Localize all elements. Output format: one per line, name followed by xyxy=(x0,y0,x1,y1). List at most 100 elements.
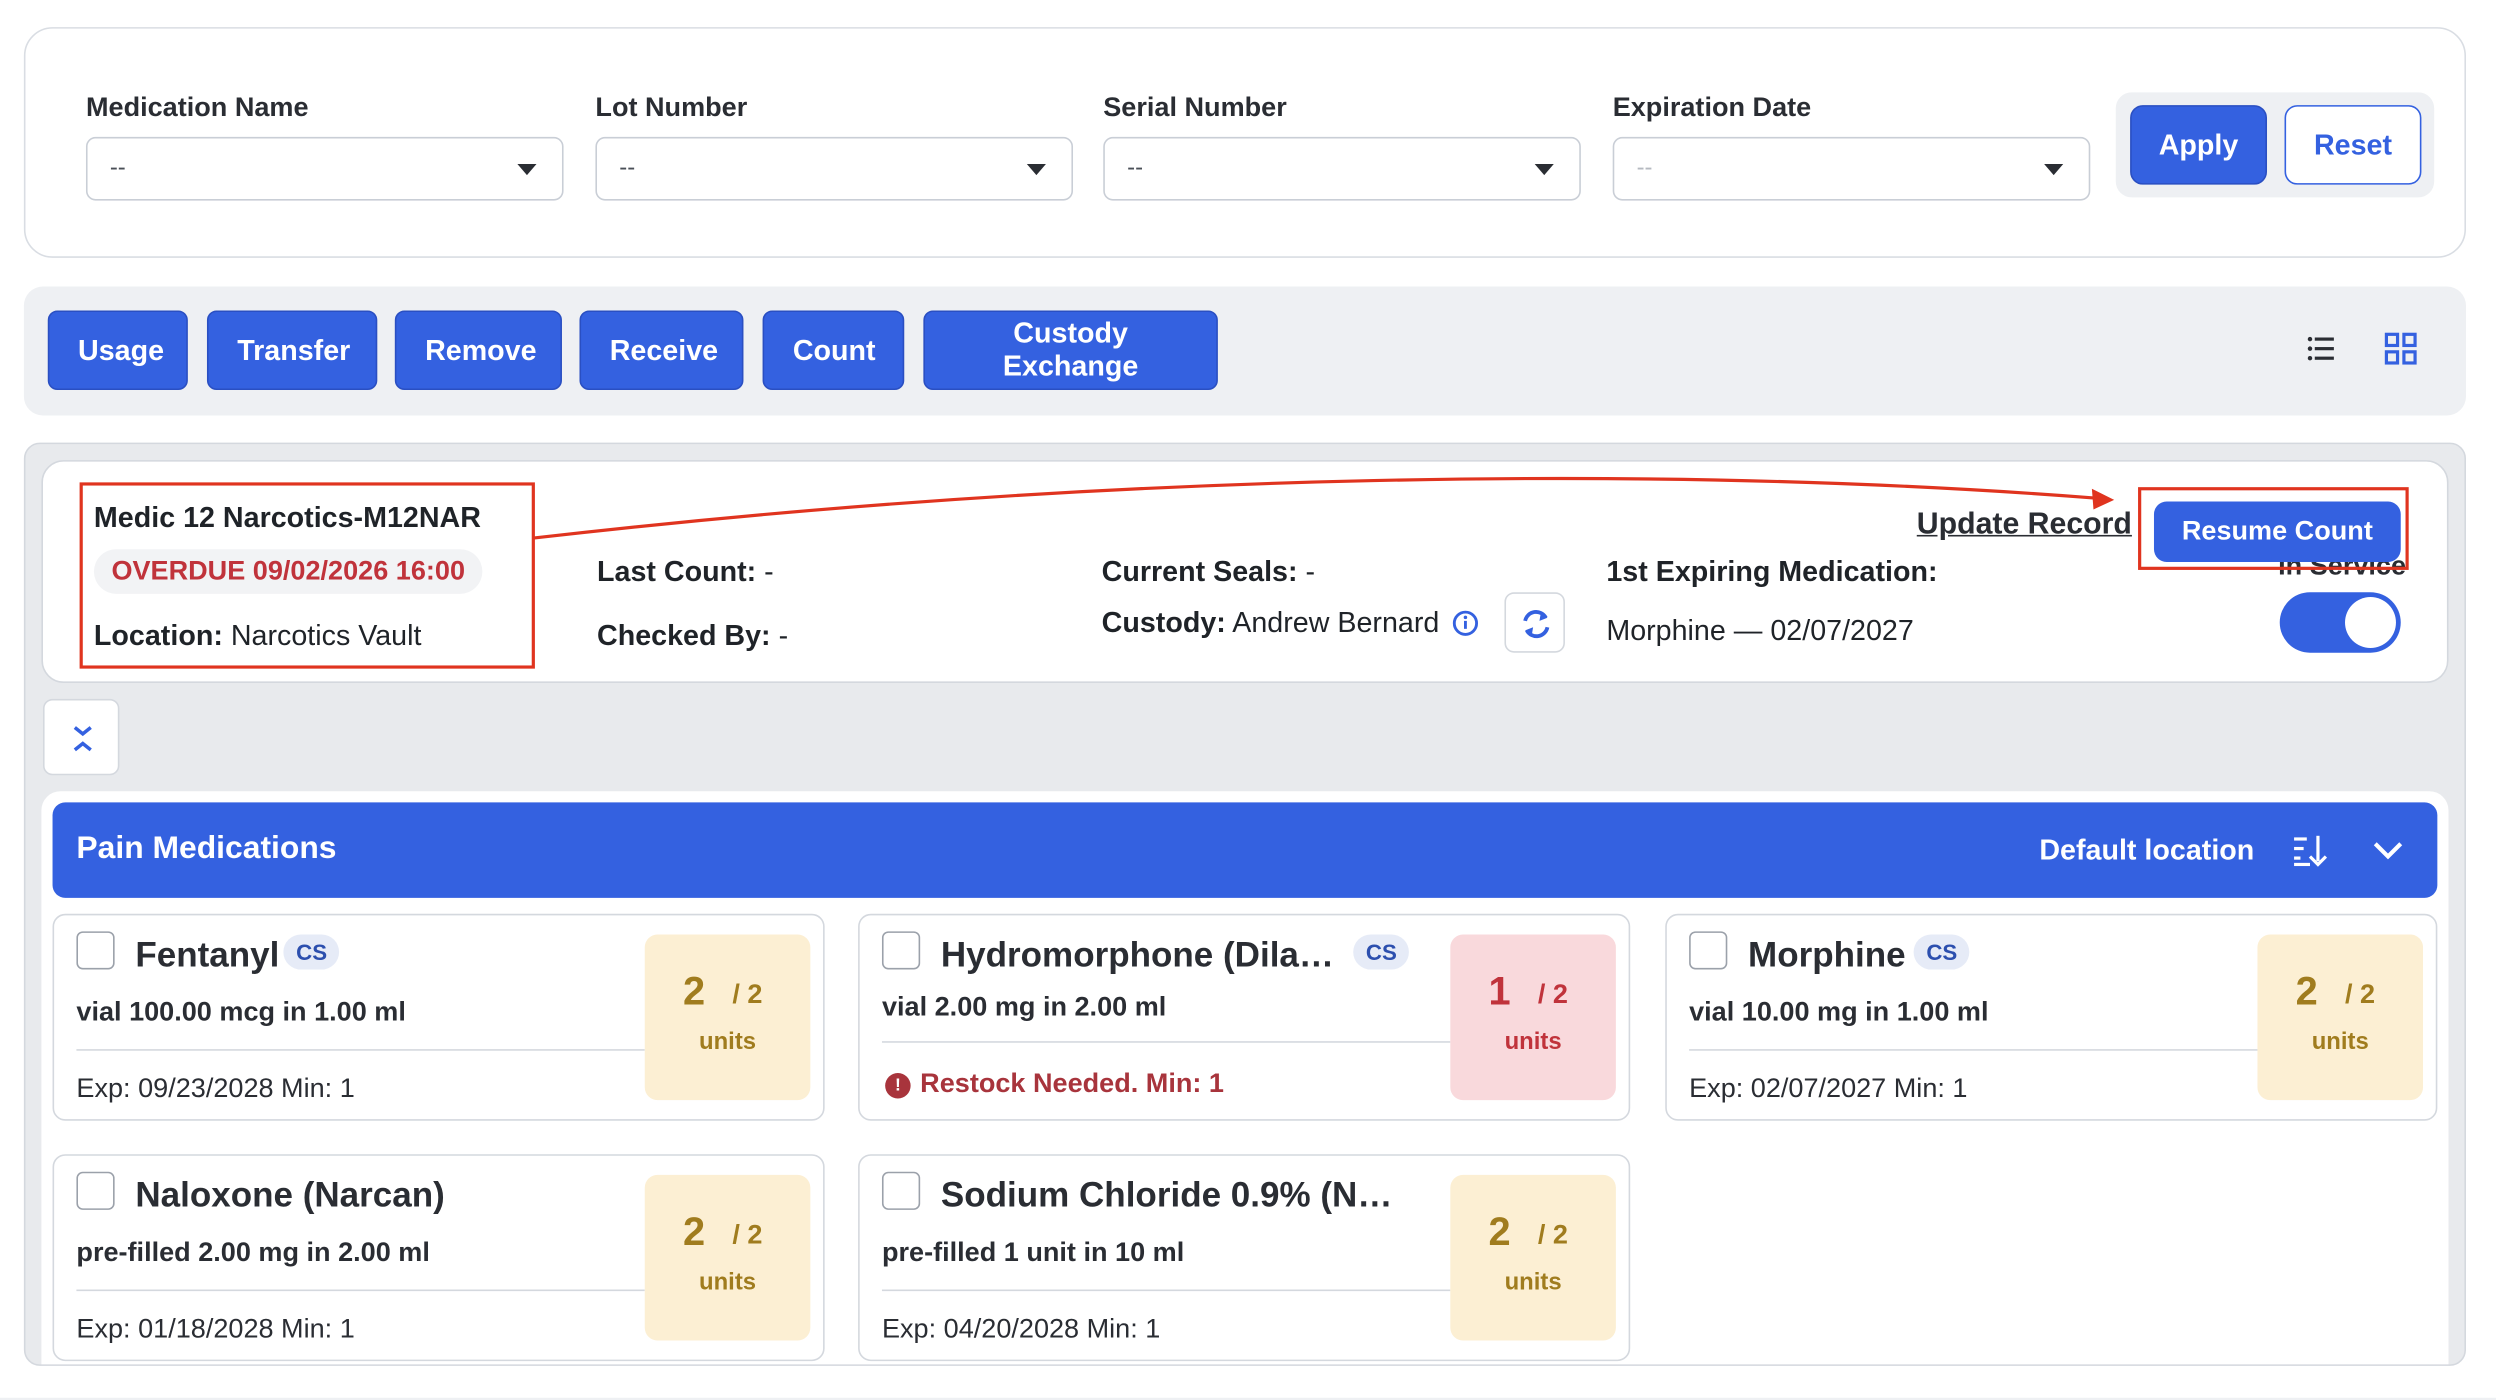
transfer-button[interactable]: Transfer xyxy=(206,310,378,391)
quantity-unit: units xyxy=(1504,1268,1562,1296)
last-count-field: Last Count: - xyxy=(597,556,774,589)
custody-value: Andrew Bernard xyxy=(1232,606,1440,639)
group-location: Default location xyxy=(2039,834,2255,867)
current-seals-field: Current Seals: - xyxy=(1102,556,1315,589)
quantity-box: 1 / 2 units xyxy=(1450,934,1616,1101)
filter-label: Medication Name xyxy=(85,92,309,123)
divider xyxy=(76,1049,645,1051)
expiration-date-select[interactable]: -- xyxy=(1612,136,2091,201)
list-view-icon[interactable] xyxy=(2304,331,2339,366)
quantity-total: / 2 xyxy=(2345,979,2376,1010)
medication-expiration: Exp: 09/23/2028 Min: 1 xyxy=(76,1073,355,1104)
medication-card[interactable]: Naloxone (Narcan) pre-filled 2.00 mg in … xyxy=(52,1154,825,1362)
filter-panel: Medication Name -- Lot Number -- Serial … xyxy=(23,27,2467,258)
medication-description: vial 2.00 mg in 2.00 ml xyxy=(881,991,1167,1023)
quantity-count: 1 xyxy=(1488,969,1511,1015)
medication-name: Fentanyl xyxy=(135,934,280,975)
medication-checkbox[interactable] xyxy=(76,1171,115,1210)
seals-label: Current Seals: xyxy=(1101,555,1298,588)
quantity-box: 2 / 2 units xyxy=(644,934,811,1101)
medication-name: Hydromorphone (Dilaudid) xyxy=(940,934,1339,975)
cs-badge: CS xyxy=(1913,934,1971,970)
custody-field: Custody: Andrew Bernard xyxy=(1102,607,1440,640)
medication-card[interactable]: Morphine CS vial 10.00 mg in 1.00 ml Exp… xyxy=(1665,913,2438,1121)
medication-card[interactable]: Sodium Chloride 0.9% (Normal Saline) pre… xyxy=(858,1154,1631,1362)
medication-name-select[interactable]: -- xyxy=(85,136,564,201)
medication-card[interactable]: Hydromorphone (Dilaudid) CS vial 2.00 mg… xyxy=(858,913,1631,1121)
filter-label: Lot Number xyxy=(595,92,748,123)
reset-button[interactable]: Reset xyxy=(2284,105,2422,185)
divider xyxy=(1689,1049,2258,1051)
quantity-count: 2 xyxy=(682,969,706,1015)
medication-group: Pain Medications Default location Fentan… xyxy=(41,791,2449,1365)
quantity-unit: units xyxy=(1504,1028,1562,1056)
kit-summary-card: Medic 12 Narcotics-M12NAR OVERDUE 09/02/… xyxy=(41,460,2449,683)
seals-value: - xyxy=(1305,555,1316,588)
medication-expiration: Exp: 02/07/2027 Min: 1 xyxy=(1689,1073,1968,1104)
select-value: -- xyxy=(1127,154,1144,182)
chevron-down-icon[interactable] xyxy=(2370,834,2405,866)
medication-expiration: Exp: 04/20/2028 Min: 1 xyxy=(881,1313,1161,1344)
quantity-count: 2 xyxy=(2295,969,2318,1015)
grid-view-icon[interactable] xyxy=(2383,331,2418,366)
in-service-toggle[interactable] xyxy=(2279,592,2401,653)
toggle-knob xyxy=(2345,597,2396,648)
medication-description: pre-filled 2.00 mg in 2.00 ml xyxy=(76,1236,430,1268)
filter-label: Serial Number xyxy=(1103,92,1287,123)
collapse-icon xyxy=(73,726,92,752)
medication-card[interactable]: Fentanyl CS vial 100.00 mcg in 1.00 ml E… xyxy=(52,913,825,1121)
quantity-unit: units xyxy=(699,1028,757,1056)
usage-button[interactable]: Usage xyxy=(47,310,188,391)
group-title: Pain Medications xyxy=(76,831,337,867)
serial-number-select[interactable]: -- xyxy=(1103,136,1581,201)
group-header[interactable]: Pain Medications Default location xyxy=(52,802,2438,898)
annotation-box xyxy=(79,482,535,669)
medication-checkbox[interactable] xyxy=(76,931,115,970)
kit-panel: Medic 12 Narcotics-M12NAR OVERDUE 09/02/… xyxy=(23,442,2467,1366)
sort-icon[interactable] xyxy=(2289,831,2330,869)
first-exp-value: Morphine — 02/07/2027 xyxy=(1606,614,1914,647)
caret-down-icon xyxy=(2044,163,2064,176)
custody-exchange-button[interactable]: Custody Exchange xyxy=(923,310,1218,391)
action-bar: Usage Transfer Remove Receive Count Cust… xyxy=(23,286,2467,416)
medication-checkbox[interactable] xyxy=(881,931,921,970)
select-value: -- xyxy=(109,154,126,182)
restock-text: Restock Needed. Min: 1 xyxy=(920,1068,1224,1099)
quantity-total: / 2 xyxy=(1537,1219,1568,1250)
caret-down-icon xyxy=(1026,163,1046,176)
medication-name: Naloxone (Narcan) xyxy=(135,1174,445,1215)
medication-description: vial 100.00 mcg in 1.00 ml xyxy=(76,996,406,1027)
receive-button[interactable]: Receive xyxy=(579,310,744,391)
refresh-icon xyxy=(1523,610,1550,639)
medication-description: vial 10.00 mg in 1.00 ml xyxy=(1689,996,1989,1027)
medication-description: pre-filled 1 unit in 10 ml xyxy=(881,1236,1185,1268)
first-expiring-field: 1st Expiring Medication: xyxy=(1606,556,1937,589)
last-count-value: - xyxy=(764,555,774,588)
info-icon[interactable] xyxy=(1452,610,1479,637)
apply-button[interactable]: Apply xyxy=(2130,105,2268,185)
cs-badge: CS xyxy=(283,934,340,970)
alert-icon: ! xyxy=(885,1073,911,1099)
filter-buttons: Apply Reset xyxy=(2115,92,2435,198)
update-record-link[interactable]: Update Record xyxy=(1917,508,2132,543)
medication-name: Sodium Chloride 0.9% (Normal Saline) xyxy=(940,1174,1411,1215)
filter-lot-number: Lot Number -- xyxy=(595,92,1074,201)
divider xyxy=(76,1289,645,1292)
medication-checkbox[interactable] xyxy=(1689,931,1728,970)
checked-by-label: Checked By: xyxy=(597,619,771,652)
collapse-button[interactable] xyxy=(42,698,120,776)
first-exp-label: 1st Expiring Medication: xyxy=(1606,555,1938,588)
refresh-button[interactable] xyxy=(1504,592,1565,653)
lot-number-select[interactable]: -- xyxy=(595,136,1074,201)
count-button[interactable]: Count xyxy=(762,310,905,391)
filter-medication-name: Medication Name -- xyxy=(85,92,564,201)
quantity-count: 2 xyxy=(1488,1209,1511,1255)
checked-by-field: Checked By: - xyxy=(597,619,788,652)
caret-down-icon xyxy=(517,163,537,176)
quantity-total: / 2 xyxy=(732,979,763,1010)
quantity-total: / 2 xyxy=(732,1219,763,1250)
medication-checkbox[interactable] xyxy=(881,1171,921,1210)
checked-by-value: - xyxy=(778,619,789,652)
select-value: -- xyxy=(1636,154,1653,182)
remove-button[interactable]: Remove xyxy=(394,310,562,391)
